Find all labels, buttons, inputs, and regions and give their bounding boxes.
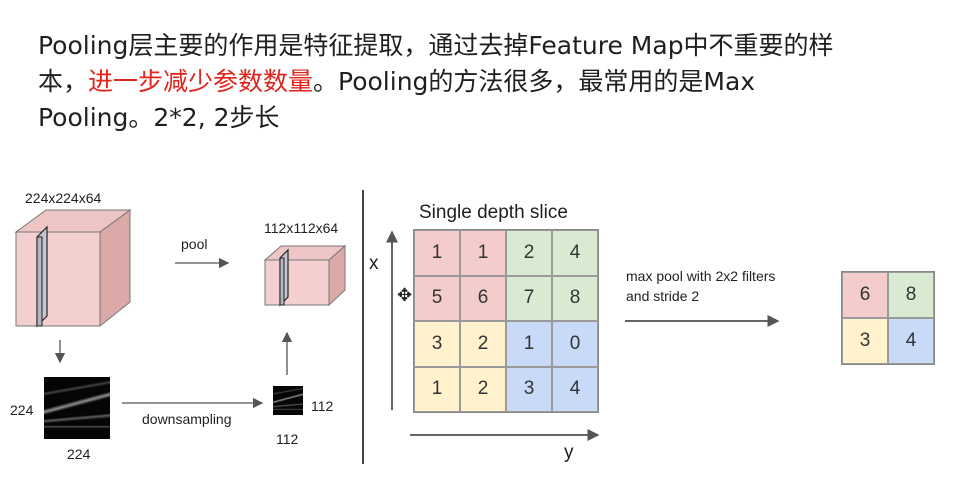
input-cell: 5 [414,275,460,321]
large-map-size-bottom: 224 [67,446,91,462]
small-volume-cube [263,244,347,307]
input-grid: 1 1 2 4 5 6 7 8 3 2 1 0 1 2 3 4 [413,229,599,413]
input-cell: 2 [460,321,506,367]
input-cell: 1 [506,321,552,367]
input-cell: 4 [552,230,598,276]
output-cell: 6 [842,272,888,318]
output-cell: 4 [888,318,934,364]
input-cell: 2 [506,230,552,276]
move-cursor-icon: ✥ [397,285,413,305]
feature-map-small [273,386,303,415]
max-pool-desc-line-2: and stride 2 [626,288,700,304]
output-cell: 3 [842,318,888,364]
divider-line [362,190,364,464]
output-grid: 6 8 3 4 [841,271,935,365]
pool-label: pool [181,236,208,252]
small-volume-label: 112x112x64 [264,220,339,236]
input-cell: 0 [552,321,598,367]
input-cell: 1 [460,230,506,276]
depth-slice-title: Single depth slice [419,202,568,223]
small-map-size-right: 112 [311,398,334,414]
output-cell: 8 [888,272,934,318]
input-cell: 4 [552,366,598,412]
input-cell: 7 [506,275,552,321]
large-map-size-left: 224 [10,402,34,418]
max-pool-desc-line-1: max pool with 2x2 filters [626,268,776,284]
input-cell: 1 [414,230,460,276]
large-volume-cube [14,209,132,328]
y-axis-label: y [564,442,574,463]
feature-map-large [44,377,110,439]
input-cell: 3 [414,321,460,367]
large-volume-label: 224x224x64 [25,190,102,206]
input-cell: 3 [506,366,552,412]
input-cell: 6 [460,275,506,321]
x-axis-label: x [369,253,379,274]
input-cell: 2 [460,366,506,412]
downsampling-label: downsampling [142,411,232,427]
small-map-size-bottom: 112 [276,431,299,447]
input-cell: 8 [552,275,598,321]
input-cell: 1 [414,366,460,412]
